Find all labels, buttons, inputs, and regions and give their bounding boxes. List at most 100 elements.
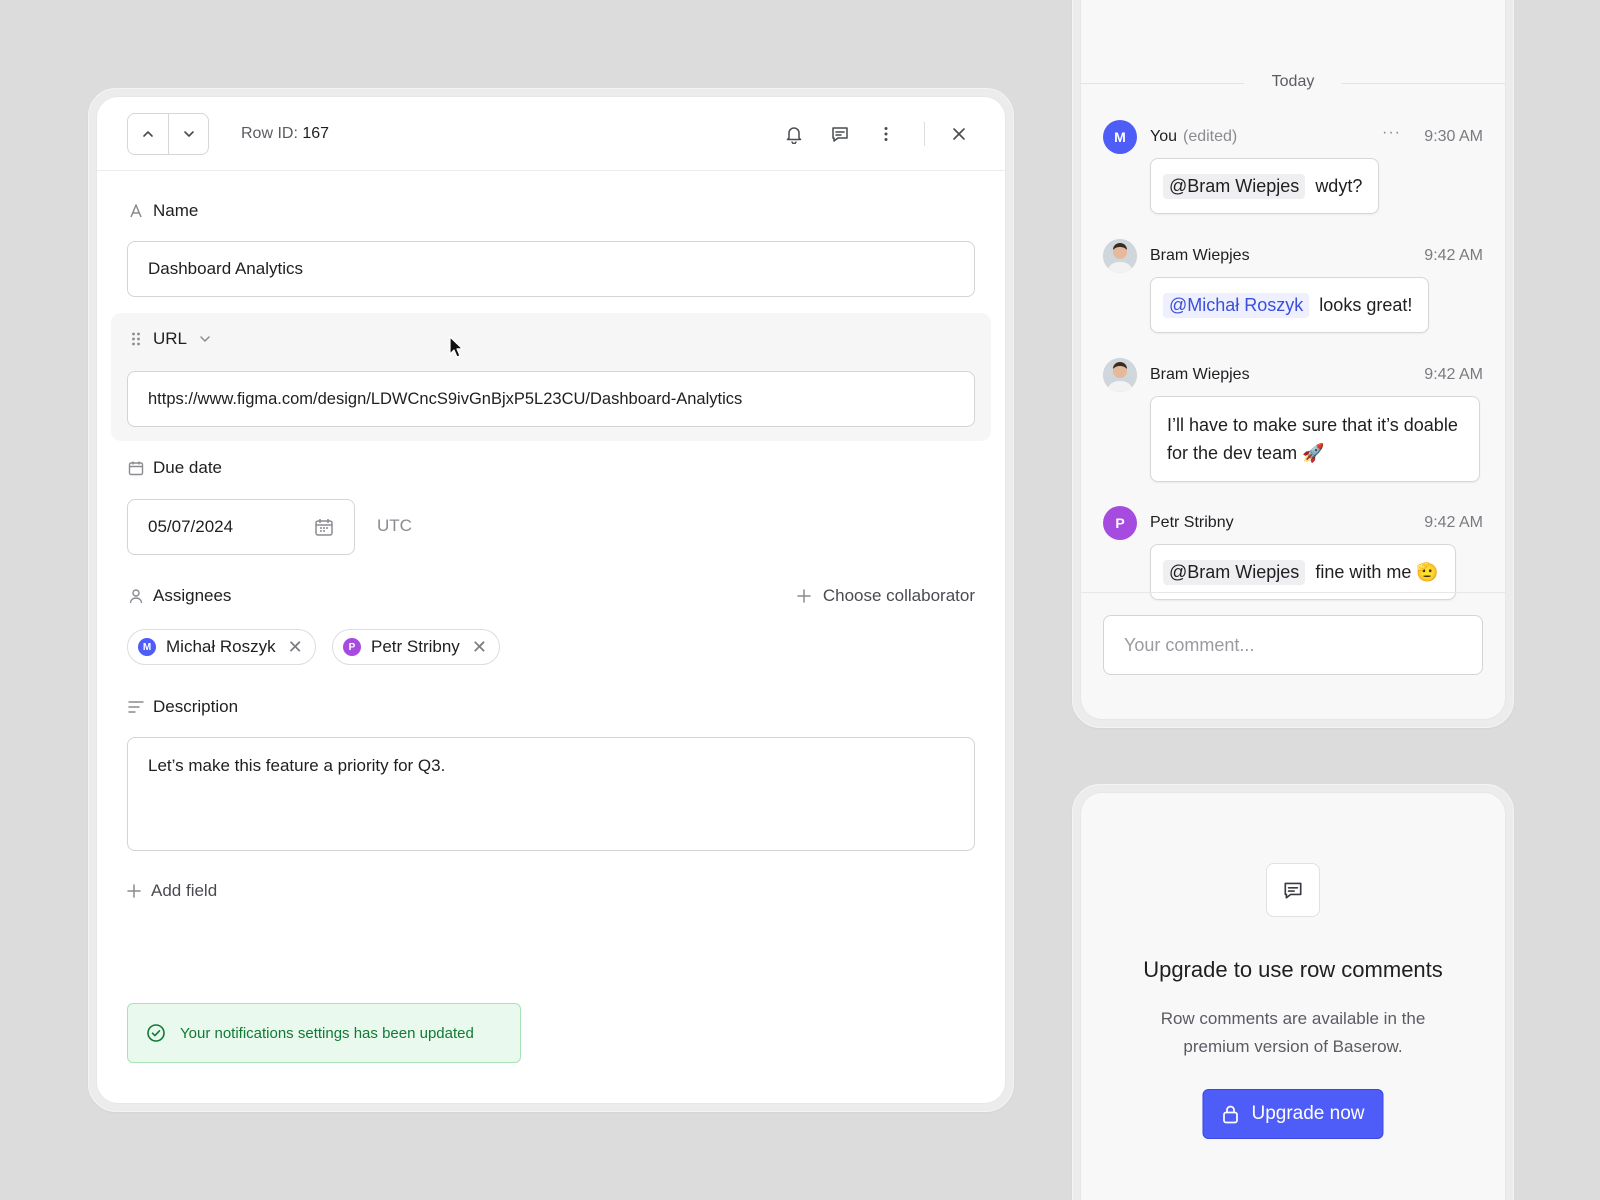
name-label-text: Name <box>153 201 199 220</box>
description-label-text: Description <box>153 697 239 716</box>
date-divider: Today <box>1081 73 1505 91</box>
lock-icon <box>1221 1104 1239 1124</box>
next-row-button[interactable] <box>168 113 208 154</box>
more-vertical-icon <box>884 126 888 141</box>
avatar <box>1103 239 1137 273</box>
long-text-field-icon <box>127 700 145 714</box>
comment-item: P Petr Stribny 9:42 AM @Bram Wiepjes fin… <box>1103 506 1483 600</box>
due-date-field-label: Due date <box>127 458 222 478</box>
chevron-down-icon <box>183 130 194 137</box>
remove-assignee-icon[interactable]: ✕ <box>288 637 303 658</box>
plus-icon <box>127 884 141 898</box>
more-button[interactable] <box>870 118 902 150</box>
upgrade-description: Row comments are available in the premiu… <box>1160 1009 1426 1056</box>
toast-message: Your notifications settings has been upd… <box>180 1024 474 1042</box>
due-date-input[interactable]: 05/07/2024 <box>127 499 355 555</box>
close-button[interactable] <box>943 118 975 150</box>
comments-panel: Today M You (edited) ··· 9:30 AM @Bram Wi… <box>1072 0 1514 728</box>
due-date-label-text: Due date <box>153 458 222 477</box>
timezone-label: UTC <box>377 516 412 535</box>
assignee-name: Petr Stribny <box>371 637 460 656</box>
chevron-down-icon[interactable] <box>199 333 211 345</box>
avatar: P <box>1103 506 1137 540</box>
row-id: Row ID: 167 <box>241 125 329 143</box>
add-field-label: Add field <box>151 881 218 900</box>
row-id-label: Row ID: <box>241 124 298 142</box>
comment-time: 9:42 AM <box>1424 366 1483 383</box>
comment-bubble: @Michał Roszyk looks great! <box>1150 277 1430 333</box>
upgrade-panel: Upgrade to use row comments Row comments… <box>1072 784 1514 1200</box>
comment-author: You (edited) <box>1150 128 1237 146</box>
edited-label: (edited) <box>1183 128 1238 145</box>
comment-item: M You (edited) ··· 9:30 AM @Bram Wiepjes … <box>1103 120 1483 214</box>
comment-text: fine with me 🫡 <box>1315 561 1439 582</box>
row-navigation <box>127 112 209 155</box>
upgrade-card: Upgrade to use row comments Row comments… <box>1080 792 1506 1200</box>
assignee-chip: P Petr Stribny ✕ <box>332 629 500 665</box>
calendar-field-icon <box>127 460 145 476</box>
comment-item: Bram Wiepjes 9:42 AM I’ll have to make s… <box>1103 358 1483 482</box>
mention[interactable]: @Michał Roszyk <box>1163 292 1310 318</box>
assignee-name: Michał Roszyk <box>166 637 276 656</box>
comment-time: 9:42 AM <box>1424 514 1483 531</box>
comment-bubble: I’ll have to make sure that it’s doable … <box>1150 396 1480 482</box>
close-icon <box>953 127 965 140</box>
comment-time: 9:42 AM <box>1424 247 1483 264</box>
add-field-button[interactable]: Add field <box>127 881 217 901</box>
calendar-icon[interactable] <box>314 517 334 537</box>
description-field-label: Description <box>127 697 238 717</box>
success-toast: Your notifications settings has been upd… <box>127 1003 521 1063</box>
comment-icon <box>1266 863 1320 917</box>
comment-bubble: @Bram Wiepjes wdyt? <box>1150 158 1380 214</box>
choose-collaborator-button[interactable]: Choose collaborator <box>797 586 975 606</box>
comment-author-name: You <box>1150 128 1177 145</box>
comments-card: Today M You (edited) ··· 9:30 AM @Bram Wi… <box>1080 0 1506 720</box>
row-id-value: 167 <box>302 124 330 142</box>
comments-divider <box>1081 592 1505 593</box>
assignees-label-text: Assignees <box>153 586 232 605</box>
plus-icon <box>797 589 811 603</box>
name-field-label: Name <box>127 201 198 221</box>
comment-author: Bram Wiepjes <box>1150 366 1250 383</box>
avatar: M <box>1103 120 1137 154</box>
due-date-value: 05/07/2024 <box>148 517 234 536</box>
url-input[interactable]: https://www.figma.com/design/LDWCncS9ivG… <box>127 371 975 427</box>
header-divider <box>924 121 925 146</box>
comment-time: 9:30 AM <box>1424 128 1483 145</box>
description-textarea[interactable]: Let’s make this feature a priority for Q… <box>127 737 975 851</box>
assignee-chip: M Michał Roszyk ✕ <box>127 629 316 665</box>
comment-text: wdyt? <box>1315 175 1363 196</box>
notifications-button[interactable] <box>778 118 810 150</box>
assignees-field-label: Assignees <box>127 586 231 606</box>
comments-button[interactable] <box>824 118 856 150</box>
previous-row-button[interactable] <box>128 114 168 154</box>
remove-assignee-icon[interactable]: ✕ <box>472 637 487 658</box>
url-field-label: URL <box>127 329 211 349</box>
upgrade-title: Upgrade to use row comments <box>1143 957 1443 982</box>
drag-handle-icon[interactable] <box>127 331 145 347</box>
comment-icon <box>832 126 848 142</box>
mention[interactable]: @Bram Wiepjes <box>1163 559 1306 585</box>
upgrade-now-button[interactable]: Upgrade now <box>1202 1089 1384 1139</box>
comment-item: Bram Wiepjes 9:42 AM @Michał Roszyk look… <box>1103 239 1483 333</box>
mouse-cursor-icon <box>449 336 463 358</box>
upgrade-button-label: Upgrade now <box>1251 1103 1365 1124</box>
check-circle-icon <box>146 1023 166 1043</box>
row-modal-header: Row ID: 167 <box>97 97 1005 171</box>
row-expand-modal: Row ID: 167 Name Dashboard Analytics URL… <box>88 88 1014 1112</box>
mention[interactable]: @Bram Wiepjes <box>1163 173 1306 199</box>
choose-collaborator-label: Choose collaborator <box>822 586 975 605</box>
name-input[interactable]: Dashboard Analytics <box>127 241 975 297</box>
more-horizontal-icon[interactable]: ··· <box>1382 124 1401 142</box>
user-field-icon <box>127 588 145 604</box>
row-modal-card: Row ID: 167 Name Dashboard Analytics URL… <box>96 96 1006 1104</box>
text-field-icon <box>127 203 145 219</box>
chevron-up-icon <box>143 130 153 137</box>
comment-text: I’ll have to make sure that it’s doable … <box>1167 415 1458 463</box>
comment-author: Petr Stribny <box>1150 514 1234 531</box>
comment-author: Bram Wiepjes <box>1150 247 1250 264</box>
url-label-text: URL <box>153 329 188 348</box>
header-actions <box>778 118 975 150</box>
comment-input[interactable]: Your comment... <box>1103 615 1483 675</box>
avatar: P <box>343 638 361 656</box>
